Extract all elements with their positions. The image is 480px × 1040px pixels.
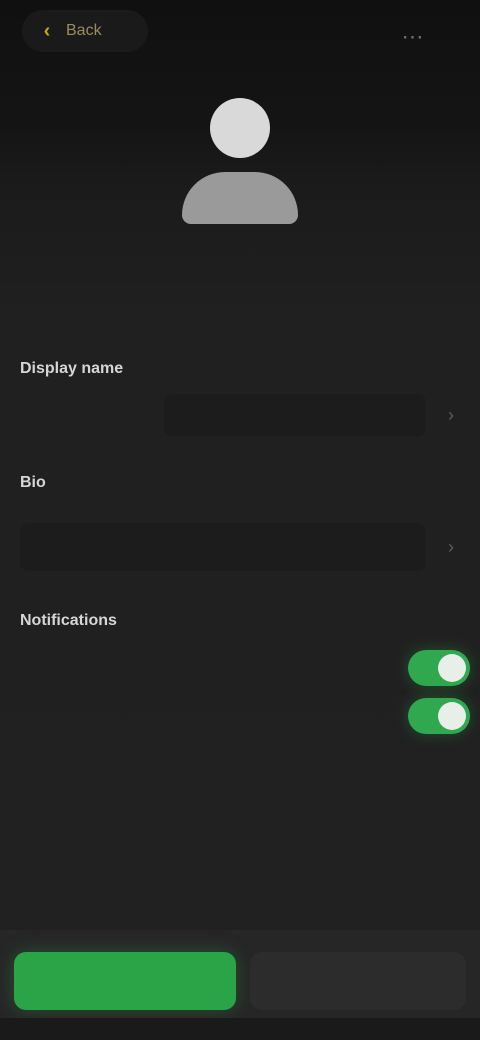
toggle-row — [18, 696, 470, 736]
chevron-left-icon: ‹ — [43, 19, 51, 42]
avatar-head — [210, 98, 270, 158]
bio-input[interactable] — [20, 523, 426, 571]
more-dots-icon: ⋯ — [401, 24, 425, 49]
toggle-knob — [438, 654, 466, 682]
back-label: Back — [66, 22, 102, 39]
notifications-heading: Notifications — [20, 612, 117, 629]
profile-name — [0, 242, 480, 270]
display-name-input[interactable] — [164, 394, 426, 436]
bio-row[interactable]: › — [14, 520, 466, 574]
bio-heading: Bio — [20, 474, 46, 491]
profile-settings-screen: ‹ Back ⋯ Display name › Bio › Notificati… — [0, 0, 480, 1040]
top-bar: ‹ Back ⋯ — [0, 0, 480, 70]
notification-toggle-2[interactable] — [408, 698, 470, 734]
notification-toggle-1[interactable] — [408, 650, 470, 686]
avatar[interactable] — [174, 92, 306, 224]
home-indicator — [0, 1018, 480, 1040]
avatar-body — [182, 172, 298, 224]
cancel-button[interactable] — [250, 952, 466, 1010]
more-options-button[interactable]: ⋯ — [396, 22, 430, 52]
display-name-heading: Display name — [20, 360, 124, 377]
chevron-right-icon: › — [448, 536, 454, 557]
profile-subtitle — [0, 284, 480, 302]
profile-header — [0, 92, 480, 302]
chevron-right-icon: › — [448, 404, 454, 425]
bottom-action-bar — [0, 930, 480, 1040]
display-name-row[interactable]: › — [14, 394, 466, 436]
toggle-knob — [438, 702, 466, 730]
toggle-row — [18, 648, 470, 688]
back-button[interactable]: ‹ Back — [22, 10, 148, 52]
save-button[interactable] — [14, 952, 236, 1010]
